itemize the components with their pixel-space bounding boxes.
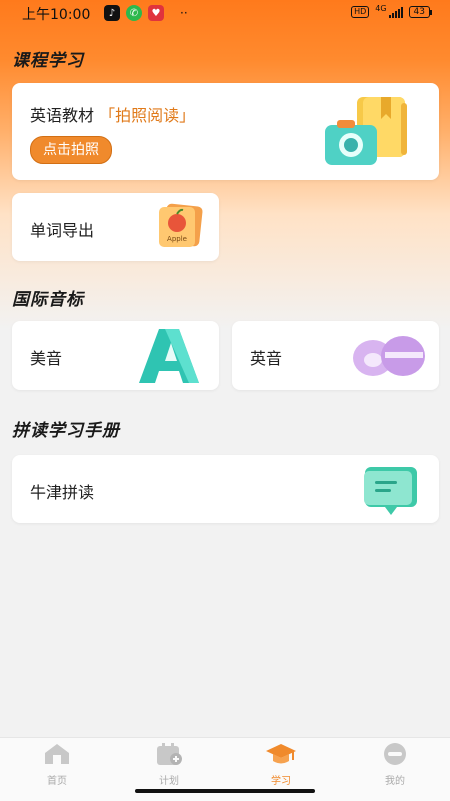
- oxford-phonics-card[interactable]: 牛津拼读: [12, 455, 439, 523]
- calendar-plus-icon: [157, 743, 182, 765]
- flashcard-word: Apple: [167, 235, 187, 243]
- textbook-title: 英语教材: [30, 106, 95, 125]
- british-accent-title: 英音: [250, 349, 283, 368]
- more-dots-icon: ··: [180, 6, 188, 20]
- oxford-phonics-title: 牛津拼读: [30, 483, 95, 502]
- section-title-spelling: 拼读学习手册: [12, 421, 120, 441]
- phone-icon: ✆: [126, 5, 142, 21]
- tab-study[interactable]: 学习: [241, 742, 321, 787]
- tiktok-icon: ♪: [104, 5, 120, 21]
- section-title-course: 课程学习: [12, 51, 84, 71]
- apple-flashcard-icon: Apple: [159, 203, 203, 247]
- word-export-title: 单词导出: [30, 221, 95, 240]
- word-export-card[interactable]: 单词导出 Apple: [12, 193, 219, 261]
- battery-icon: 43: [408, 6, 433, 18]
- tab-home-label: 首页: [47, 776, 67, 787]
- british-accent-card[interactable]: 英音: [232, 321, 439, 390]
- tab-mine[interactable]: 我的: [355, 742, 435, 787]
- app-icon: ♥: [148, 5, 164, 21]
- american-accent-title: 美音: [30, 349, 63, 368]
- take-photo-button[interactable]: 点击拍照: [30, 136, 112, 164]
- home-indicator[interactable]: [135, 789, 315, 793]
- tab-plan[interactable]: 计划: [129, 742, 209, 787]
- letter-a-icon: [139, 329, 199, 383]
- book-camera-icon: [325, 97, 407, 165]
- speech-bubble-icon: [364, 467, 417, 515]
- home-icon: [45, 744, 69, 764]
- tab-plan-label: 计划: [159, 776, 179, 787]
- tab-home[interactable]: 首页: [17, 742, 97, 787]
- status-right: HD 4G 43: [351, 3, 433, 18]
- signal-icon: [388, 6, 403, 18]
- graduation-cap-icon: [266, 744, 296, 764]
- ae-symbol-icon: [353, 336, 425, 376]
- profile-icon: [384, 743, 406, 765]
- tab-mine-label: 我的: [385, 776, 405, 787]
- textbook-tag: 「拍照阅读」: [99, 106, 196, 125]
- section-title-phonetic: 国际音标: [12, 290, 84, 310]
- status-bar: 上午10:00 ♪ ✆ ♥ ·· HD 4G 43: [0, 0, 450, 26]
- textbook-card[interactable]: 英语教材 「拍照阅读」 点击拍照: [12, 83, 439, 180]
- status-time: 上午10:00: [22, 7, 91, 23]
- hd-icon: HD: [351, 6, 370, 18]
- american-accent-card[interactable]: 美音: [12, 321, 219, 390]
- status-notification-icons: ♪ ✆ ♥ ··: [104, 5, 188, 21]
- tab-study-label: 学习: [271, 776, 291, 787]
- network-type: 4G: [375, 3, 387, 13]
